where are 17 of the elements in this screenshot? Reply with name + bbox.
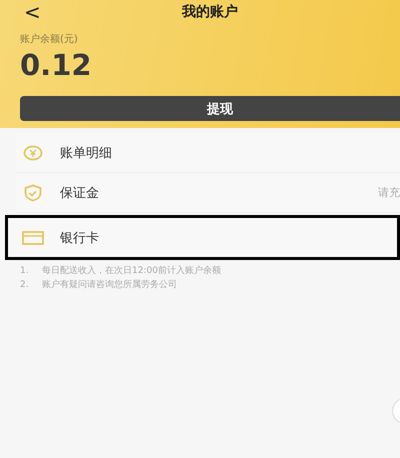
withdraw-button[interactable]: 提现 bbox=[20, 96, 400, 121]
page-title: 我的账户 bbox=[180, 3, 239, 21]
note-text: 账户有疑问请咨询您所属劳务公司 bbox=[42, 278, 177, 292]
menu-label: 银行卡 bbox=[60, 230, 100, 246]
balance-label: 账户余额(元) bbox=[20, 32, 79, 46]
menu-value: 请充 bbox=[378, 185, 400, 200]
coin-icon bbox=[24, 145, 42, 160]
shield-icon bbox=[24, 184, 42, 201]
menu-label: 账单明细 bbox=[60, 144, 113, 162]
menu-row[interactable]: 银行卡 bbox=[5, 215, 400, 260]
card-icon bbox=[22, 230, 44, 244]
balance-amount: 0.12 bbox=[20, 48, 93, 82]
note-number: 1. bbox=[20, 265, 30, 278]
back-button[interactable]: < bbox=[20, 0, 41, 24]
menu-label: 保证金 bbox=[60, 184, 100, 202]
note-text: 每日配送收入，在次日12:00前计入账户余额 bbox=[42, 264, 221, 278]
note-number: 2. bbox=[20, 279, 30, 292]
